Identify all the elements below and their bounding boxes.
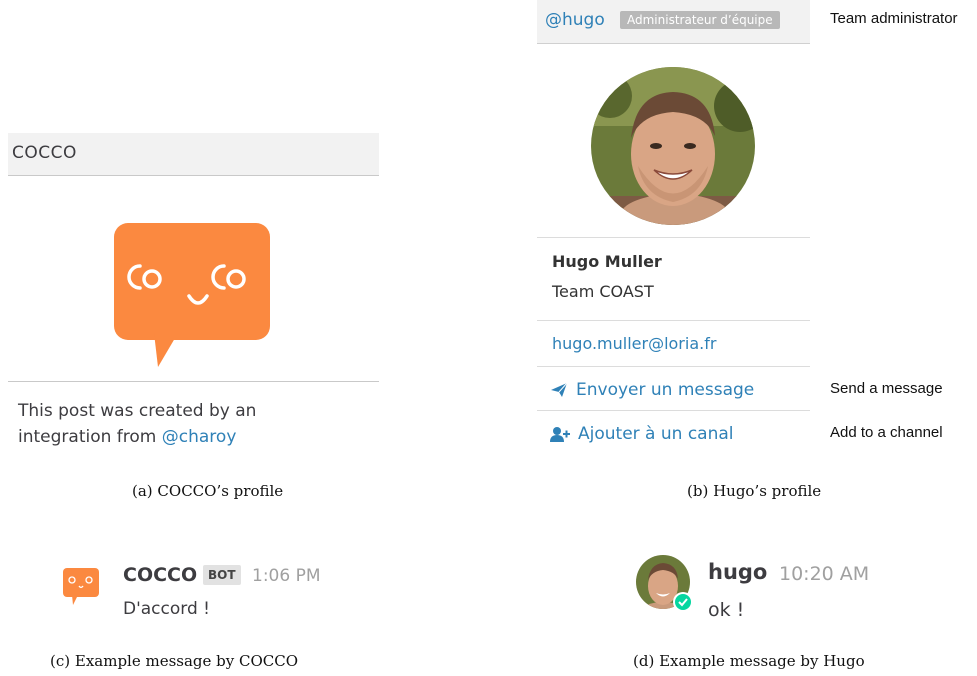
profile-email-link[interactable]: hugo.muller@loria.fr [552, 334, 716, 353]
message-author[interactable]: hugo [708, 560, 767, 584]
profile-divider [537, 410, 810, 411]
profile-divider [537, 320, 810, 321]
profile-username[interactable]: @hugo [545, 10, 605, 30]
cocco-bot-avatar [114, 223, 270, 367]
message-text: ok ! [708, 599, 745, 621]
profile-divider [537, 366, 810, 367]
message-author[interactable]: COCCO [123, 564, 197, 586]
profile-full-name: Hugo Muller [552, 252, 662, 271]
annotation-send: Send a message [830, 380, 943, 397]
annotation-role: Team administrator [830, 10, 958, 27]
hugo-avatar[interactable] [635, 554, 695, 614]
role-badge: Administrateur d’équipe [620, 11, 780, 29]
message-time[interactable]: 10:20 AM [779, 563, 869, 585]
send-message-button[interactable]: Envoyer un message [550, 380, 754, 400]
integration-description: This post was created by an integration … [18, 398, 318, 450]
integration-user-link[interactable]: @charoy [162, 427, 237, 447]
hugo-profile-header: @hugo Administrateur d’équipe [537, 0, 810, 44]
send-message-label: Envoyer un message [576, 380, 755, 400]
profile-divider [537, 237, 810, 238]
caption-d: (d) Example message by Hugo [633, 652, 865, 670]
caption-a: (a) COCCO’s profile [132, 482, 284, 500]
profile-position: Team COAST [552, 282, 654, 301]
message-time[interactable]: 1:06 PM [252, 566, 321, 586]
add-to-channel-button[interactable]: Ajouter à un canal [550, 424, 734, 444]
hugo-avatar [591, 67, 755, 225]
bot-badge: BOT [203, 565, 241, 585]
cocco-profile-title: COCCO [12, 143, 77, 163]
online-status-icon [673, 592, 693, 612]
cocco-profile-divider [8, 381, 379, 382]
add-user-icon [550, 427, 570, 442]
message-text: D'accord ! [123, 599, 210, 619]
paper-plane-icon [551, 382, 568, 397]
caption-c: (c) Example message by COCCO [50, 652, 299, 670]
caption-b: (b) Hugo’s profile [687, 482, 822, 500]
cocco-bot-avatar [63, 568, 99, 605]
annotation-add: Add to a channel [830, 424, 943, 441]
cocco-profile-header: COCCO [8, 133, 379, 176]
add-to-channel-label: Ajouter à un canal [578, 424, 734, 444]
